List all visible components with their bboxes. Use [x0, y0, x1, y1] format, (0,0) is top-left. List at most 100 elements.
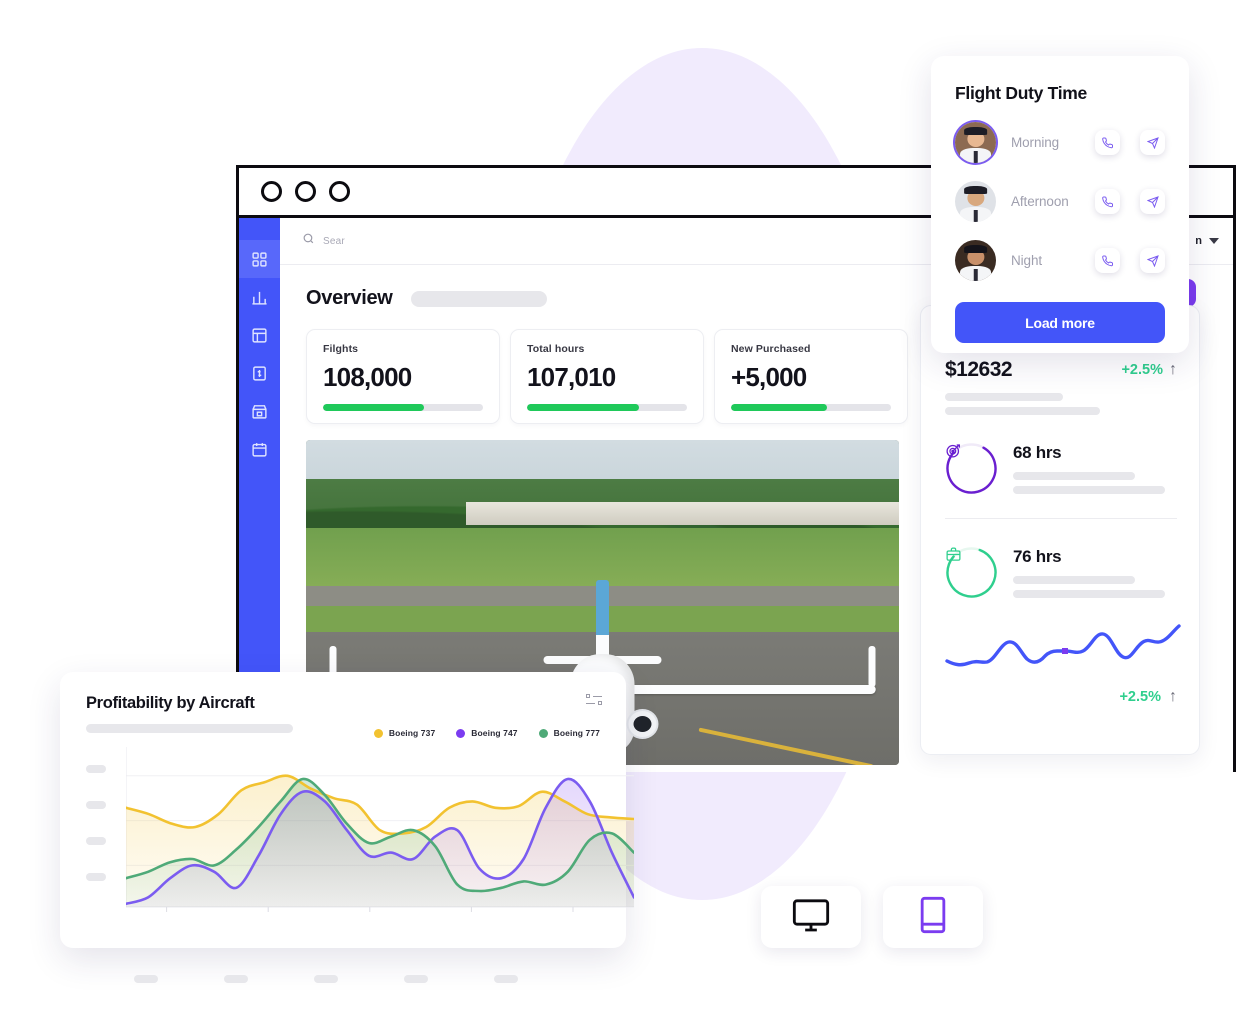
profitability-chart-card: Profitability by Aircraft Boeing 737 Boe… [60, 672, 636, 983]
window-dot-close[interactable] [261, 181, 282, 202]
metric-text: 76 hrs [1013, 547, 1177, 598]
legend-item-boeing-777[interactable]: Boeing 777 [538, 728, 600, 738]
progress-ring-purple [945, 442, 998, 495]
progress-track [527, 404, 687, 411]
spark-delta-percent: +2.5% [1119, 689, 1161, 705]
arrow-up-icon: ↑ [1169, 688, 1177, 705]
stats-panel: $12632 +2.5% ↑ 68 hrs 76 hrs +2.5% ↑ [920, 305, 1200, 755]
device-toggle-desktop[interactable] [761, 886, 861, 948]
arrow-up-icon: ↑ [1169, 361, 1177, 378]
y-tick-skeleton [86, 837, 106, 845]
duty-row-night[interactable]: Night [955, 240, 1165, 281]
sidebar-item-calendar[interactable] [239, 430, 280, 468]
legend-label: Boeing 777 [553, 728, 600, 738]
user-menu[interactable]: n [1195, 235, 1219, 247]
sidebar-item-dashboard[interactable] [239, 240, 280, 278]
load-more-button[interactable]: Load more [955, 302, 1165, 343]
phone-icon[interactable] [1095, 189, 1120, 214]
amount-row: $12632 +2.5% ↑ [945, 358, 1177, 382]
search-icon [302, 232, 315, 250]
duty-row-afternoon[interactable]: Afternoon [955, 181, 1165, 222]
send-icon[interactable] [1140, 189, 1165, 214]
legend-item-boeing-737[interactable]: Boeing 737 [373, 728, 436, 738]
legend-dot [456, 728, 466, 738]
amount-value: $12632 [945, 358, 1013, 381]
metric-value: 76 hrs [1013, 547, 1062, 566]
flight-duty-time-card: Flight Duty Time Morning Afternoon Night… [931, 56, 1189, 353]
y-axis-tick-skeletons [86, 765, 106, 881]
target-icon [945, 442, 998, 495]
stat-value: 108,000 [323, 362, 412, 392]
page-title: Overview [306, 287, 393, 309]
phone-device-icon [913, 895, 953, 940]
metric-row-target[interactable]: 68 hrs [945, 442, 1177, 495]
phone-icon[interactable] [1095, 130, 1120, 155]
sidebar-item-table[interactable] [239, 316, 280, 354]
window-dot-maximize[interactable] [329, 181, 350, 202]
x-tick-skeleton [314, 975, 338, 983]
progress-fill [527, 404, 639, 411]
stat-card-total-hours[interactable]: Total hours 107,010 [510, 329, 704, 424]
photo-grass [306, 527, 899, 587]
x-tick-skeleton [494, 975, 518, 983]
metric-row-briefcase[interactable]: 76 hrs [945, 546, 1177, 599]
stat-value: 107,010 [527, 362, 616, 392]
chart-options-icon[interactable] [586, 694, 602, 705]
chart-subtitle-skeleton [86, 724, 293, 733]
briefcase-icon [945, 546, 998, 599]
photo-terminal [466, 501, 899, 525]
progress-track [323, 404, 483, 411]
sparkline-chart [945, 623, 1181, 683]
window-dot-minimize[interactable] [295, 181, 316, 202]
progress-fill [323, 404, 424, 411]
metric-value: 68 hrs [1013, 443, 1062, 462]
metric-skeleton-line [1013, 472, 1135, 480]
y-tick-skeleton [86, 873, 106, 881]
table-icon [251, 327, 268, 344]
device-toggle-mobile[interactable] [883, 886, 983, 948]
send-icon[interactable] [1140, 130, 1165, 155]
search-input[interactable] [323, 235, 523, 247]
pilot-avatar-morning [955, 122, 996, 163]
title-placeholder-skeleton [410, 290, 547, 307]
duty-label: Afternoon [1011, 194, 1069, 209]
stat-card-new-purchased[interactable]: New Purchased +5,000 [714, 329, 908, 424]
calendar-icon [251, 441, 268, 458]
phone-icon[interactable] [1095, 248, 1120, 273]
stat-label: Total hours [527, 343, 585, 355]
panel-divider [945, 518, 1177, 519]
legend-label: Boeing 737 [388, 728, 436, 738]
legend-dot [538, 728, 548, 738]
screenshot-root: n Overview Filghts 108,000 [0, 0, 1248, 1012]
area-chart-svg [124, 747, 636, 912]
x-axis-tick-skeletons [134, 975, 518, 983]
metric-skeleton-line [1013, 590, 1165, 598]
stat-card-flights[interactable]: Filghts 108,000 [306, 329, 500, 424]
sidebar-item-analytics[interactable] [239, 278, 280, 316]
device-toggle-group [761, 886, 983, 948]
chart-legend: Boeing 737 Boeing 747 Boeing 777 [373, 728, 600, 738]
sparkline-delta: +2.5% ↑ [945, 688, 1177, 706]
sidebar-item-billing[interactable] [239, 354, 280, 392]
duty-label: Night [1011, 253, 1043, 268]
sidebar-item-store[interactable] [239, 392, 280, 430]
y-tick-skeleton [86, 765, 106, 773]
x-tick-skeleton [404, 975, 428, 983]
pilot-avatar-afternoon [955, 181, 996, 222]
chart-title-block: Profitability by Aircraft [86, 694, 293, 733]
send-icon[interactable] [1140, 248, 1165, 273]
duty-label: Morning [1011, 135, 1060, 150]
pilot-avatar-night [955, 240, 996, 281]
chevron-down-icon [1209, 238, 1219, 244]
y-tick-skeleton [86, 801, 106, 809]
storefront-icon [251, 403, 268, 420]
delta-percent: +2.5% [1121, 362, 1163, 378]
amount-skeleton-line [945, 393, 1063, 401]
legend-item-boeing-747[interactable]: Boeing 747 [456, 728, 518, 738]
chart-title: Profitability by Aircraft [86, 694, 255, 712]
amount-delta: +2.5% ↑ [1121, 361, 1177, 379]
invoice-icon [251, 365, 268, 382]
stat-label: New Purchased [731, 343, 811, 355]
bar-chart-icon [251, 289, 268, 306]
duty-row-morning[interactable]: Morning [955, 122, 1165, 163]
